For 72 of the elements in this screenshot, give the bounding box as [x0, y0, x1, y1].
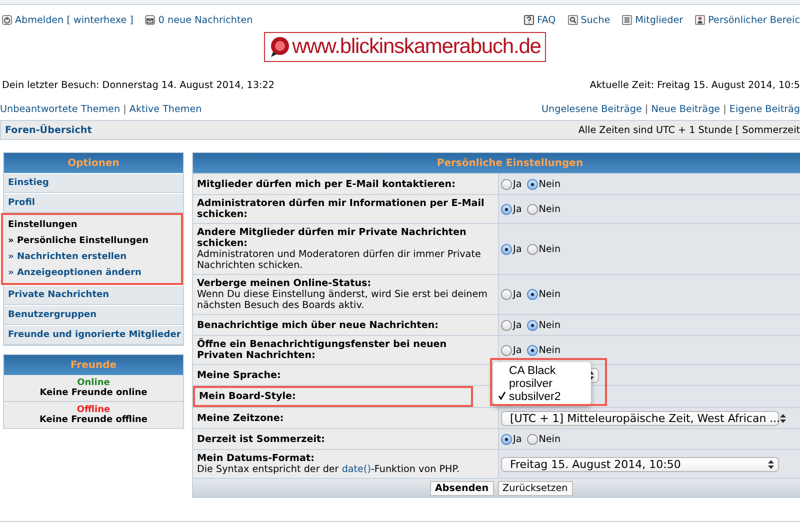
- friends-status-text: Keine Freunde online: [40, 388, 148, 398]
- submit-button[interactable]: Absenden: [430, 480, 494, 496]
- power-icon: [2, 15, 12, 25]
- updown-icon: [588, 370, 594, 380]
- sidebar-subitem[interactable]: » Nachrichten erstellen: [6, 249, 181, 265]
- header-link[interactable]: Abmelden [ winterhexe ]: [2, 14, 134, 26]
- envelope-icon: [145, 15, 156, 25]
- site-logo[interactable]: www.blickinskamerabuch.de: [264, 32, 546, 62]
- setting-label: Derzeit ist Sommerzeit:: [197, 434, 326, 444]
- table-title: Persönliche Einstellungen: [193, 153, 800, 173]
- setting-label: Mein Board-Style:: [193, 386, 473, 407]
- radio-option[interactable]: Nein: [526, 434, 561, 444]
- radio-option[interactable]: Nein: [526, 289, 561, 300]
- setting-label: Andere Mitglieder dürfen mir Private Nachrichten schicken:: [197, 227, 468, 249]
- setting-label: Meine Zeitzone:: [197, 412, 285, 424]
- date-link[interactable]: date(): [342, 464, 371, 475]
- header-link[interactable]: Persönlicher Bereic: [695, 14, 800, 26]
- dropdown-menu[interactable]: CA Black prosilver subsilver2: [493, 362, 591, 405]
- nav-link[interactable]: Neue Beiträge: [651, 104, 720, 114]
- updown-icon: [768, 460, 774, 468]
- setting-label: Benachrichtige mich über neue Nachrichten:: [197, 320, 440, 330]
- timezone-note: Alle Zeiten sind UTC + 1 Stunde [ Sommerzeit: [578, 124, 800, 136]
- radio-option[interactable]: Nein: [526, 244, 561, 254]
- sidebar-subitem[interactable]: » Persönliche Einstellungen: [6, 233, 181, 249]
- person-icon: [695, 15, 706, 25]
- status-label: Offline: [76, 405, 110, 415]
- status-label: Online: [77, 378, 110, 388]
- nav-link[interactable]: Eigene Beiträg: [729, 104, 800, 114]
- setting-label: Mein Datums-Format:: [197, 453, 316, 464]
- radio-option[interactable]: Nein: [526, 178, 561, 190]
- header-link[interactable]: 0 neue Nachrichten: [145, 14, 253, 26]
- header-link[interactable]: Mitglieder: [622, 14, 684, 26]
- radio-option[interactable]: Nein: [526, 320, 561, 330]
- setting-label: Verberge meinen Online-Status:: [197, 278, 372, 289]
- panel-title: Optionen: [4, 153, 183, 173]
- nav-link[interactable]: Aktive Themen: [129, 104, 202, 114]
- nav-link[interactable]: Ungelesene Beiträge: [542, 104, 642, 114]
- friends-status-text: Keine Freunde offline: [39, 415, 148, 425]
- dropdown[interactable]: Freitag 15. August 2014, 10:50: [501, 456, 779, 472]
- setting-description: Administratoren und Moderatoren dürfen dir immer Private Nachrichten schicken.: [197, 249, 482, 271]
- setting-label: Meine Sprache:: [197, 370, 282, 380]
- sidebar-item[interactable]: Einstellungen: [6, 217, 181, 233]
- radio-option[interactable]: Nein: [526, 344, 561, 356]
- link-separator: |: [644, 104, 648, 114]
- nav-link[interactable]: Unbeantwortete Themen: [0, 104, 120, 114]
- link-separator: |: [123, 104, 126, 114]
- menu-item[interactable]: prosilver: [493, 377, 591, 390]
- panel-title: Freunde: [4, 355, 183, 375]
- search-icon: [568, 15, 578, 25]
- setting-label: Administratoren dürfen mir Informationen per E-Mail schicken:: [197, 198, 486, 220]
- reset-button[interactable]: Zurücksetzen: [498, 480, 573, 496]
- menu-item[interactable]: subsilver2: [493, 390, 591, 403]
- link-separator: |: [723, 104, 726, 114]
- setting-description: Die Syntax entspricht der der date()-Funktion von PHP.: [197, 464, 461, 475]
- help-icon: [524, 15, 534, 25]
- sidebar-item[interactable]: Private Nachrichten: [4, 285, 183, 305]
- setting-label: Öffne ein Benachrichtigungsfenster bei neuen Privaten Nachrichten:: [197, 339, 448, 361]
- breadcrumb-link[interactable]: Foren-Übersicht: [5, 124, 92, 136]
- menu-item[interactable]: CA Black: [493, 364, 591, 377]
- header-link[interactable]: FAQ: [524, 14, 556, 26]
- sidebar-item[interactable]: Einstieg: [4, 173, 183, 193]
- list-icon: [622, 15, 632, 25]
- sidebar-item[interactable]: Profil: [4, 193, 183, 213]
- current-time-text: Aktuelle Zeit: Freitag 15. August 2014, 10:5: [590, 80, 800, 90]
- setting-description: Wenn Du diese Einstellung änderst, wird Sie erst bei deinem nächsten Besuch des Boards aktiv.: [197, 289, 489, 311]
- sidebar-item[interactable]: Freunde und ignorierte Mitglieder: [4, 325, 183, 345]
- sidebar-item[interactable]: Benutzergruppen: [4, 305, 183, 325]
- sidebar-subitem[interactable]: » Anzeigeoptionen ändern: [6, 265, 181, 281]
- radio-option[interactable]: Nein: [526, 204, 561, 214]
- last-visit-text: Dein letzter Besuch: Donnerstag 14. August 2014, 13:22: [2, 80, 274, 90]
- header-link[interactable]: Suche: [568, 14, 610, 26]
- setting-label: Mitglieder dürfen mich per E-Mail kontaktieren:: [197, 178, 456, 190]
